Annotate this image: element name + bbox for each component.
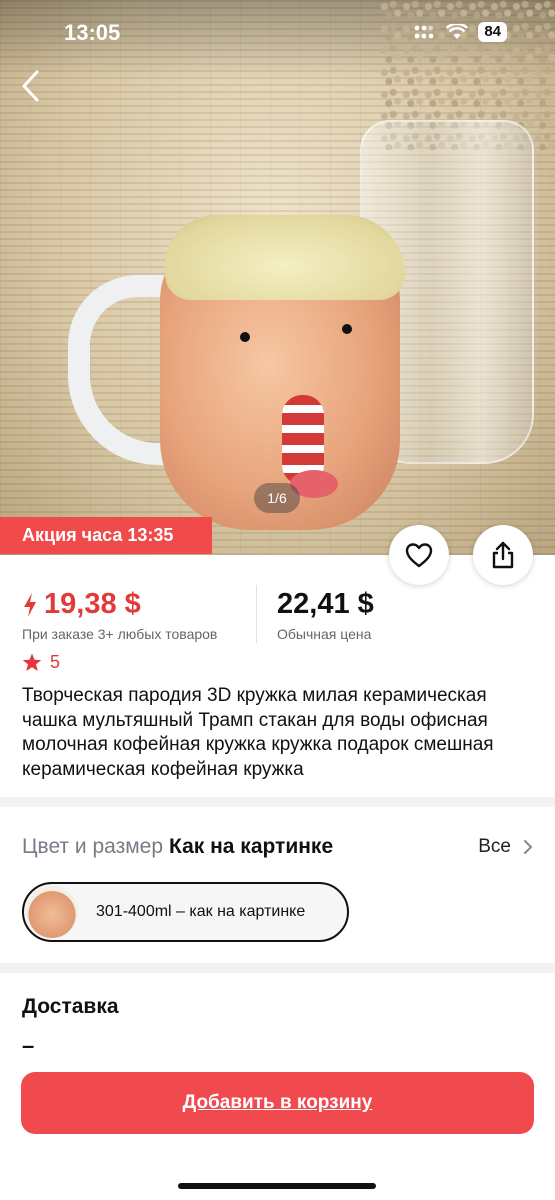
share-button[interactable] <box>473 525 533 585</box>
mug-hair <box>165 215 405 300</box>
price-divider <box>256 585 257 643</box>
chevron-right-icon <box>524 840 532 854</box>
battery-indicator: 84 <box>478 22 507 42</box>
sale-price: 19,38 $ <box>22 588 141 621</box>
rating-value: 5 <box>50 652 61 672</box>
variant-all-button[interactable]: Все <box>478 836 533 858</box>
home-indicator <box>178 1183 376 1189</box>
sale-price-value: 19,38 $ <box>44 588 141 620</box>
delivery-title: Доставка <box>22 995 119 1018</box>
back-button[interactable] <box>10 64 50 108</box>
variant-all-label: Все <box>478 836 511 857</box>
rating[interactable]: 5 <box>22 652 60 673</box>
section-divider <box>0 797 555 807</box>
variant-option-chip[interactable]: 301-400ml – как на картинке <box>22 882 349 942</box>
product-title: Творческая пародия 3D кружка милая керам… <box>22 685 494 780</box>
variant-value: Как на картинке <box>169 835 334 858</box>
status-time: 13:05 <box>64 20 121 45</box>
mug-eye-right <box>342 324 352 334</box>
regular-price-caption: Обычная цена <box>277 626 372 642</box>
variant-selector-row[interactable]: Цвет и размер Как на картинке Все <box>22 832 533 862</box>
wifi-icon <box>446 24 469 39</box>
variant-option-label: 301-400ml – как на картинке <box>96 903 306 920</box>
status-icons: 84 <box>414 22 507 42</box>
status-bar: 13:05 84 <box>0 0 555 60</box>
mug-eye-left <box>240 332 250 342</box>
regular-price: 22,41 $ <box>277 588 374 620</box>
variant-thumbnail <box>26 886 78 938</box>
share-icon <box>492 541 514 569</box>
add-to-cart-button[interactable]: Добавить в корзину <box>21 1072 534 1134</box>
star-icon <box>22 653 42 671</box>
favorite-button[interactable] <box>389 525 449 585</box>
heart-icon <box>405 543 433 568</box>
sale-price-caption: При заказе 3+ любых товаров <box>22 626 218 642</box>
section-divider <box>0 963 555 973</box>
cellular-signal-icon <box>414 25 434 39</box>
chevron-left-icon <box>22 70 39 102</box>
variant-label: Цвет и размер <box>22 835 164 858</box>
promo-banner: Акция часа 13:35 <box>0 517 212 554</box>
delivery-value: – <box>22 1033 35 1058</box>
product-image[interactable] <box>0 0 555 555</box>
image-counter: 1/6 <box>254 483 300 513</box>
lightning-icon <box>24 592 36 617</box>
